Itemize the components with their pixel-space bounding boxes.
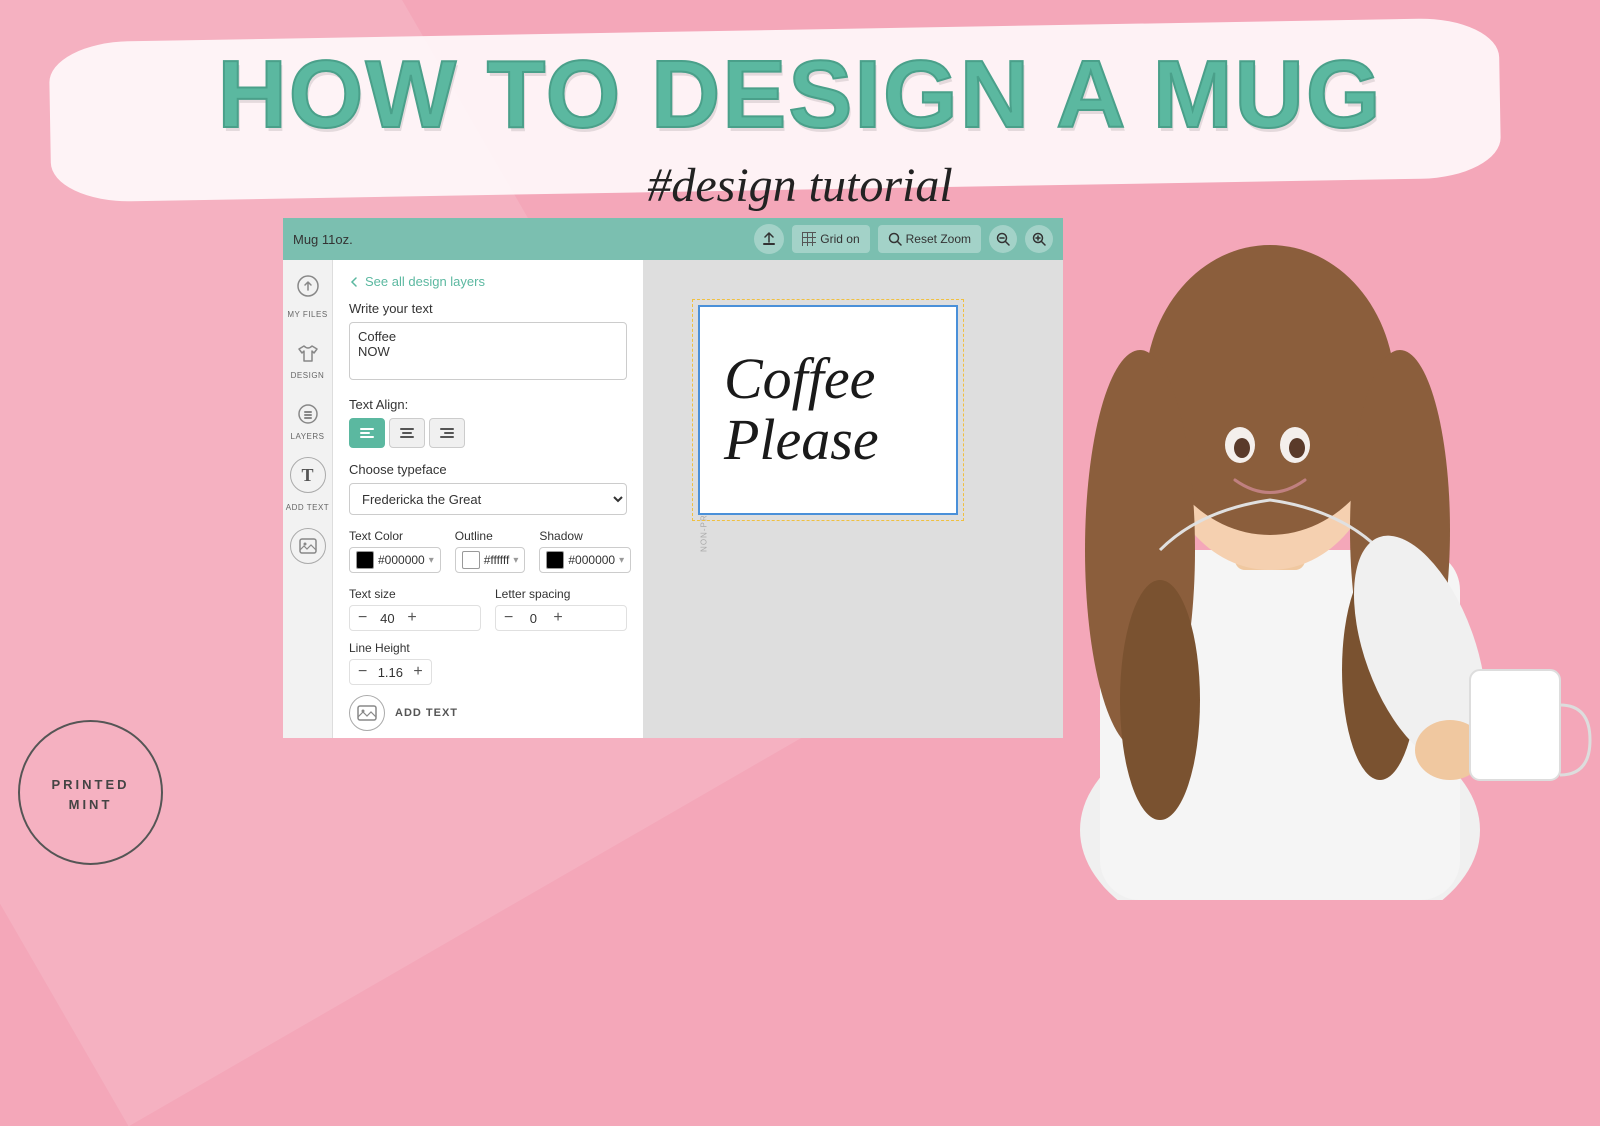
- outline-color-picker[interactable]: #ffffff ▾: [455, 547, 526, 573]
- letter-spacing-label: Letter spacing: [495, 587, 627, 601]
- add-text-bottom-label: ADD TEXT: [395, 707, 458, 719]
- text-color-swatch: [356, 551, 374, 569]
- line-height-value: 1.16: [375, 665, 405, 680]
- text-size-stepper: − 40 +: [349, 605, 481, 631]
- line-height-increase-button[interactable]: +: [413, 664, 422, 680]
- dashed-overlay: [692, 299, 964, 521]
- align-center-icon: [400, 427, 414, 439]
- text-size-value: 40: [375, 611, 399, 626]
- text-color-dropdown-arrow: ▾: [429, 555, 434, 566]
- text-color-value: #000000: [378, 553, 425, 567]
- colors-row: Text Color #000000 ▾ Outline #ffffff ▾ S…: [349, 529, 627, 573]
- align-left-icon: [360, 427, 374, 439]
- outline-label: Outline: [455, 529, 526, 543]
- sidebar-upload-section[interactable]: [290, 268, 326, 304]
- back-link[interactable]: See all design layers: [349, 274, 627, 289]
- shadow-color-value: #000000: [568, 553, 615, 567]
- line-height-group: Line Height − 1.16 +: [349, 641, 627, 685]
- editor-panel: See all design layers Write your text Co…: [333, 260, 643, 738]
- outline-color-group: Outline #ffffff ▾: [455, 529, 526, 573]
- tshirt-icon: [290, 335, 326, 371]
- upload-icon-sidebar: [290, 268, 326, 304]
- text-color-label: Text Color: [349, 529, 441, 543]
- align-center-button[interactable]: [389, 418, 425, 448]
- grid-icon: [802, 232, 816, 246]
- grid-btn-label: Grid on: [820, 232, 859, 246]
- design-box[interactable]: Coffee Please: [698, 305, 958, 515]
- line-height-stepper: − 1.16 +: [349, 659, 432, 685]
- text-size-decrease-button[interactable]: −: [358, 610, 367, 626]
- image-icon: [290, 528, 326, 564]
- letter-spacing-stepper: − 0 +: [495, 605, 627, 631]
- design-label: DESIGN: [291, 371, 325, 380]
- layers-label: LAYERS: [291, 432, 325, 441]
- grid-on-button[interactable]: Grid on: [792, 225, 869, 253]
- image-add-icon: [357, 703, 377, 723]
- my-files-label: MY FILES: [287, 310, 327, 319]
- sidebar-text-section[interactable]: T: [290, 457, 326, 493]
- outline-dropdown-arrow: ▾: [513, 555, 518, 566]
- add-text-icon-btn[interactable]: [349, 695, 385, 731]
- shadow-dropdown-arrow: ▾: [619, 555, 624, 566]
- shadow-color-group: Shadow #000000 ▾: [539, 529, 631, 573]
- magnifier-icon: [888, 232, 902, 246]
- upload-arrow-icon: [762, 232, 776, 246]
- line-height-label: Line Height: [349, 641, 627, 655]
- add-text-sidebar-label: ADD TEXT: [286, 503, 329, 512]
- shadow-color-picker[interactable]: #000000 ▾: [539, 547, 631, 573]
- text-input[interactable]: Coffee NOW: [349, 322, 627, 380]
- line-height-decrease-button[interactable]: −: [358, 664, 367, 680]
- text-color-picker[interactable]: #000000 ▾: [349, 547, 441, 573]
- back-link-text: See all design layers: [365, 274, 485, 289]
- reset-zoom-button[interactable]: Reset Zoom: [878, 225, 981, 253]
- main-title: HOW TO DESIGN A MUG: [217, 40, 1382, 150]
- write-text-label: Write your text: [349, 301, 627, 316]
- text-align-label: Text Align:: [349, 397, 627, 412]
- align-right-button[interactable]: [429, 418, 465, 448]
- editor-toolbar: Mug 11oz. Grid on Reset Zoom: [283, 218, 1063, 260]
- text-size-increase-button[interactable]: +: [407, 610, 416, 626]
- zoom-out-button[interactable]: [989, 225, 1017, 253]
- canvas-inner: NON-PRINTABLE AREA Coffee Please: [643, 260, 1063, 738]
- align-left-button[interactable]: [349, 418, 385, 448]
- text-size-label: Text size: [349, 587, 481, 601]
- printed-mint-logo: PRINTED MINT: [18, 720, 163, 865]
- letter-spacing-value: 0: [521, 611, 545, 626]
- align-buttons-group: [349, 418, 627, 448]
- zoom-in-icon: [1032, 232, 1046, 246]
- layers-icon: [290, 396, 326, 432]
- zoom-in-button[interactable]: [1025, 225, 1053, 253]
- sidebar-layers-section[interactable]: LAYERS: [290, 396, 326, 441]
- canvas-area: NON-PRINTABLE AREA Coffee Please: [643, 260, 1063, 738]
- text-icon: T: [290, 457, 326, 493]
- typeface-select[interactable]: Fredericka the Great: [349, 483, 627, 515]
- editor-inner: See all design layers Write your text Co…: [333, 260, 643, 738]
- align-right-icon: [440, 427, 454, 439]
- outline-color-value: #ffffff: [484, 553, 510, 567]
- text-color-group: Text Color #000000 ▾: [349, 529, 441, 573]
- typeface-label: Choose typeface: [349, 462, 627, 477]
- add-text-row: ADD TEXT: [349, 695, 627, 731]
- toolbar-product-label: Mug 11oz.: [293, 232, 353, 247]
- back-arrow-icon: [349, 277, 359, 287]
- sidebar-image-section[interactable]: [290, 528, 326, 564]
- logo-text-line1: PRINTED: [51, 773, 129, 796]
- size-spacing-row: Text size − 40 + Letter spacing − 0 +: [349, 587, 627, 631]
- zoom-out-icon: [996, 232, 1010, 246]
- letter-spacing-group: Letter spacing − 0 +: [495, 587, 627, 631]
- icon-sidebar: MY FILES DESIGN LAYERS T ADD TEXT: [283, 260, 333, 738]
- letter-spacing-decrease-button[interactable]: −: [504, 610, 513, 626]
- shadow-color-swatch: [546, 551, 564, 569]
- reset-zoom-label: Reset Zoom: [906, 232, 971, 246]
- logo-text-line2: MINT: [69, 797, 113, 812]
- letter-spacing-increase-button[interactable]: +: [553, 610, 562, 626]
- outline-color-swatch: [462, 551, 480, 569]
- text-size-group: Text size − 40 +: [349, 587, 481, 631]
- shadow-label: Shadow: [539, 529, 631, 543]
- sidebar-design-section[interactable]: DESIGN: [290, 335, 326, 380]
- upload-icon-btn[interactable]: [754, 224, 784, 254]
